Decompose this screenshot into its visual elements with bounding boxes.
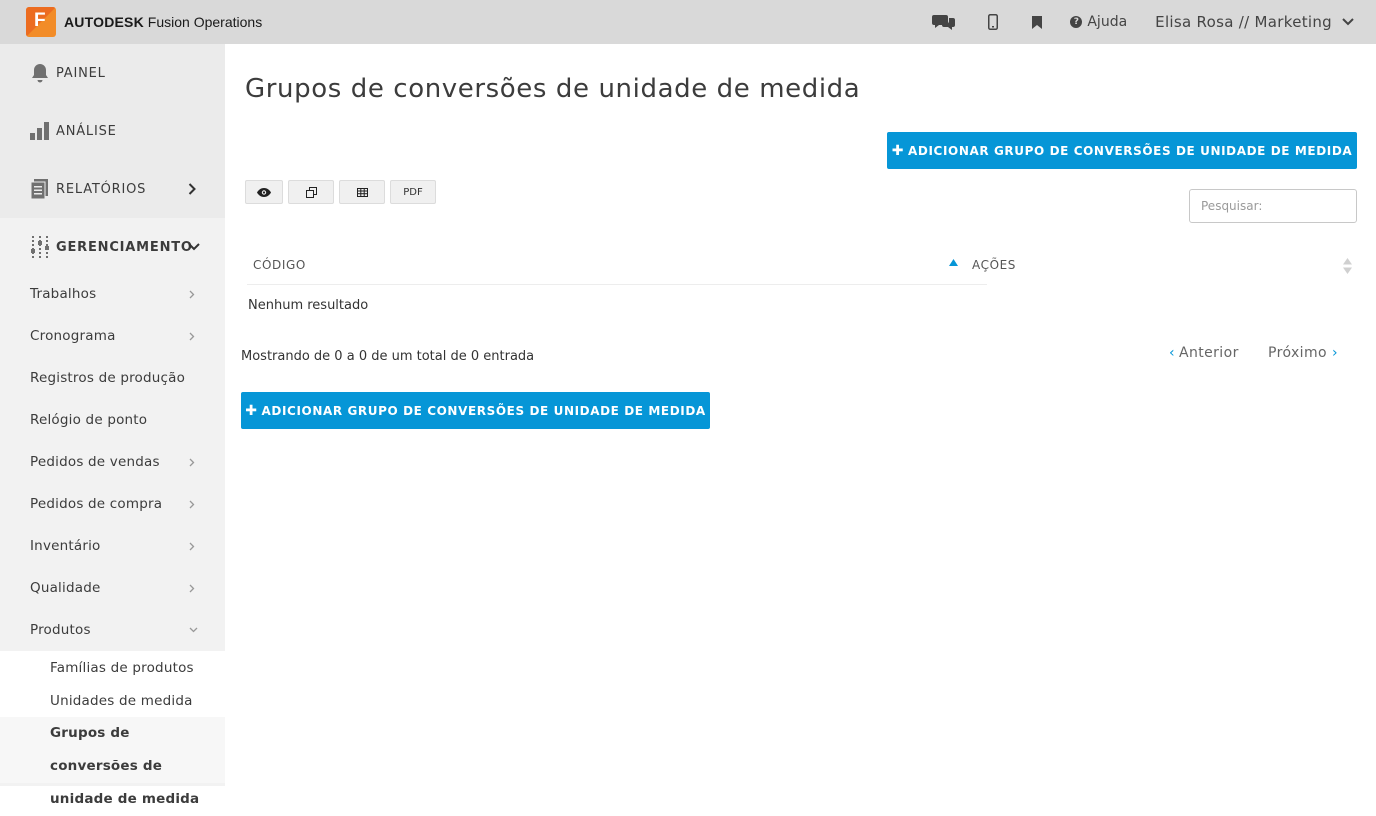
chevron-down-icon	[1342, 18, 1354, 26]
sidebar-item-registros-producao[interactable]: Registros de produção	[0, 357, 225, 399]
bell-icon	[30, 63, 50, 83]
table-icon	[356, 187, 368, 197]
brand[interactable]: F AUTODESK Fusion Operations	[26, 7, 262, 37]
pager-previous[interactable]: ‹ Anterior	[1169, 345, 1239, 361]
eye-icon	[257, 187, 271, 197]
bookmark-icon[interactable]	[1032, 15, 1043, 29]
excel-export-button[interactable]	[339, 180, 385, 204]
table-info: Mostrando de 0 a 0 de um total de 0 entr…	[241, 349, 535, 364]
sort-asc-icon[interactable]	[949, 259, 958, 266]
mobile-icon[interactable]	[988, 14, 999, 30]
sidebar-item-grupos-conversoes[interactable]: Grupos de conversões de unidade de medid…	[0, 717, 225, 807]
sidebar-item-produtos[interactable]: Produtos	[0, 609, 225, 651]
chevron-right-icon	[189, 542, 195, 550]
plus-icon: ✚	[245, 402, 258, 419]
copy-button[interactable]	[288, 180, 334, 204]
brand-name: AUTODESK Fusion Operations	[64, 14, 263, 30]
sidebar: PAINEL ANÁLISE RELATÓRIOS GERENCIAMENTO …	[0, 44, 225, 807]
chevron-right-icon	[189, 332, 195, 340]
chevron-right-icon	[188, 183, 196, 195]
sliders-icon	[30, 236, 50, 258]
sidebar-item-cronograma[interactable]: Cronograma	[0, 315, 225, 357]
top-bar: F AUTODESK Fusion Operations ? Ajuda Eli…	[0, 0, 1376, 44]
chevron-down-icon	[189, 627, 198, 633]
chat-icon[interactable]	[932, 13, 956, 31]
help-link[interactable]: ? Ajuda	[1070, 14, 1127, 30]
sort-both-icon[interactable]	[1343, 258, 1352, 274]
sidebar-item-trabalhos[interactable]: Trabalhos	[0, 273, 225, 315]
chevron-left-icon: ‹	[1169, 345, 1175, 361]
sidebar-item-familias-produtos[interactable]: Famílias de produtos	[0, 651, 225, 684]
pdf-export-button[interactable]: PDF	[390, 180, 436, 204]
table-empty-message: Nenhum resultado	[248, 298, 369, 313]
chevron-right-icon	[189, 500, 195, 508]
help-icon: ?	[1070, 16, 1083, 28]
reports-icon	[30, 179, 50, 199]
sidebar-item-relogio-ponto[interactable]: Relógio de ponto	[0, 399, 225, 441]
sidebar-item-gerenciamento[interactable]: GERENCIAMENTO	[0, 218, 225, 276]
sidebar-item-painel[interactable]: PAINEL	[0, 44, 225, 102]
copy-icon	[305, 186, 317, 198]
column-header-codigo[interactable]: CÓDIGO	[253, 258, 306, 272]
sidebar-item-pedidos-vendas[interactable]: Pedidos de vendas	[0, 441, 225, 483]
column-header-acoes[interactable]: AÇÕES	[972, 258, 1016, 272]
add-group-button-bottom[interactable]: ✚ ADICIONAR GRUPO DE CONVERSÕES DE UNIDA…	[241, 392, 710, 429]
chevron-right-icon	[189, 458, 195, 466]
chevron-right-icon	[189, 290, 195, 298]
table-header-divider	[247, 284, 987, 285]
bar-chart-icon	[30, 121, 50, 141]
sidebar-item-pedidos-compra[interactable]: Pedidos de compra	[0, 483, 225, 525]
add-group-button-top[interactable]: ✚ ADICIONAR GRUPO DE CONVERSÕES DE UNIDA…	[887, 132, 1357, 169]
chevron-right-icon	[189, 584, 195, 592]
help-label: Ajuda	[1087, 14, 1128, 30]
pager-next[interactable]: Próximo ›	[1268, 345, 1338, 361]
sidebar-item-unidades-medida[interactable]: Unidades de medida	[0, 684, 225, 717]
sidebar-item-analise[interactable]: ANÁLISE	[0, 102, 225, 160]
search-input[interactable]	[1189, 189, 1357, 223]
top-right-actions: ? Ajuda Elisa Rosa // Marketing	[932, 0, 1376, 44]
fusion-logo-icon: F	[26, 7, 56, 37]
plus-icon: ✚	[891, 142, 905, 159]
chevron-down-icon	[188, 243, 200, 251]
page-title: Grupos de conversões de unidade de medid…	[245, 74, 861, 104]
chevron-right-icon: ›	[1331, 345, 1338, 361]
sidebar-item-inventario[interactable]: Inventário	[0, 525, 225, 567]
sidebar-item-relatorios[interactable]: RELATÓRIOS	[0, 160, 225, 218]
user-menu[interactable]: Elisa Rosa // Marketing	[1155, 13, 1354, 31]
user-label: Elisa Rosa // Marketing	[1155, 13, 1332, 31]
sidebar-item-qualidade[interactable]: Qualidade	[0, 567, 225, 609]
column-visibility-button[interactable]	[245, 180, 283, 204]
